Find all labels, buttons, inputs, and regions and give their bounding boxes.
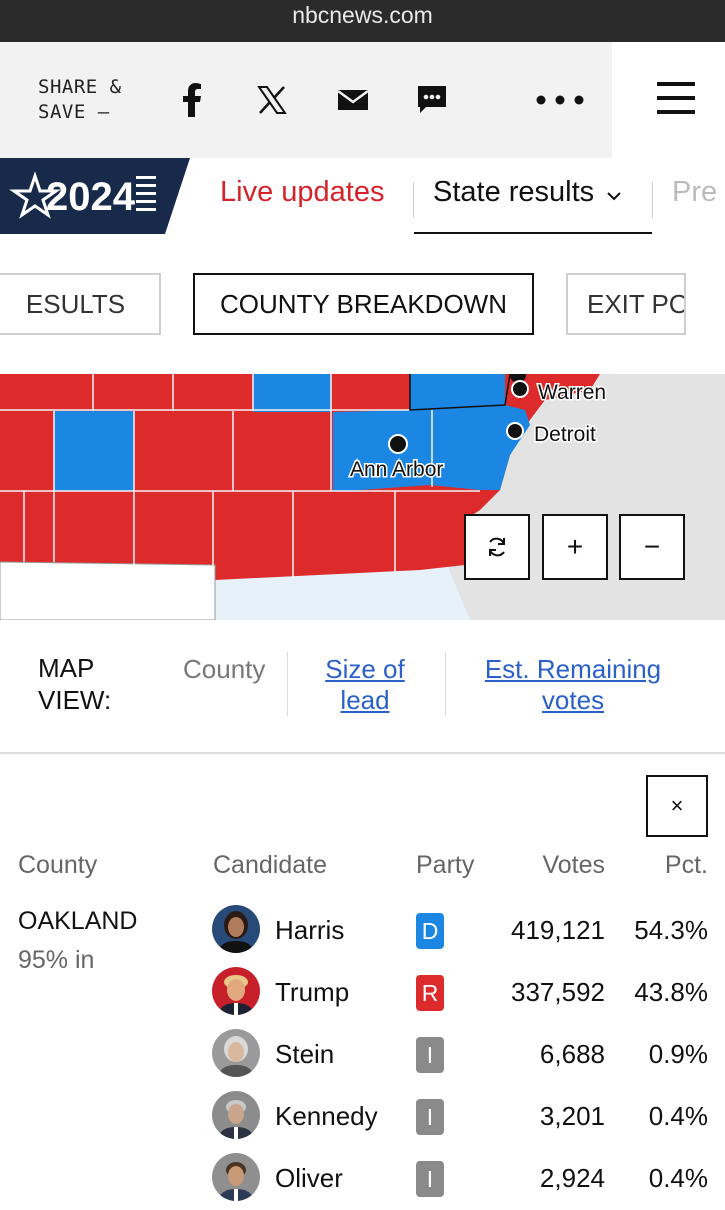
share-bar: SHARE & SAVE — (0, 42, 725, 158)
nav-state-label: State results (433, 176, 595, 208)
share-label-line1: SHARE & (38, 76, 122, 98)
tab-results[interactable]: ESULTS (0, 273, 161, 335)
logo-text: 2024 (46, 175, 136, 219)
map-view-divider (287, 652, 288, 716)
vote-count: 337,592 (511, 977, 605, 1007)
candidate-name: Harris (275, 915, 345, 945)
map-view-label-line2: VIEW: (38, 685, 112, 715)
table-row: Kennedy I 3,201 0.4% (0, 1086, 725, 1148)
address-bar[interactable]: nbcnews.com (0, 0, 725, 42)
dem-county (54, 411, 134, 491)
refresh-icon (489, 537, 505, 557)
chevron-down-icon (606, 177, 622, 210)
vote-count: 3,201 (539, 1101, 605, 1131)
tab-label: COUNTY BREAKDOWN (220, 288, 507, 319)
map-view-label-line1: MAP (38, 653, 95, 683)
nav-active-underline (414, 232, 652, 234)
tab-county-breakdown[interactable]: COUNTY BREAKDOWN (193, 273, 534, 335)
vote-percent: 0.4% (648, 1163, 708, 1193)
share-label-line2: SAVE — (38, 101, 110, 123)
nav-live-updates[interactable]: Live updates (220, 176, 384, 209)
plus-icon: + (566, 531, 584, 562)
table-row: Trump R 337,592 43.8% (0, 962, 725, 1024)
zoom-out-button[interactable]: − (619, 514, 685, 580)
more-options-icon[interactable] (535, 80, 585, 120)
party-badge: R (416, 975, 444, 1011)
tab-label: EXIT PO (587, 288, 686, 319)
map-view-size-of-lead-link[interactable]: Size of lead (310, 654, 420, 716)
vote-count: 419,121 (511, 915, 605, 945)
party-badge: I (416, 1037, 444, 1073)
party-badge: D (416, 913, 444, 949)
candidate-name: Trump (275, 977, 350, 1007)
map-view-county[interactable]: County (183, 654, 265, 685)
county-map[interactable]: Warren Detroit Ann Arbor (0, 374, 725, 620)
sms-icon[interactable] (412, 80, 452, 120)
candidate-name: Stein (275, 1039, 335, 1069)
city-label-detroit: Detroit (534, 423, 596, 446)
party-badge: I (416, 1161, 444, 1197)
header-county: County (18, 851, 98, 879)
vote-count: 2,924 (539, 1163, 605, 1193)
email-icon[interactable] (333, 80, 373, 120)
party-badge: I (416, 1099, 444, 1135)
link-line: Est. Remaining (484, 654, 662, 684)
close-button[interactable]: × (646, 775, 708, 837)
hamburger-menu-icon[interactable] (657, 82, 695, 124)
nav-state-results[interactable]: State results (433, 176, 622, 210)
table-row: Oliver I 2,924 0.4% (0, 1148, 725, 1210)
link-line: Size of (325, 654, 405, 684)
header-votes: Votes (542, 851, 605, 879)
x-icon[interactable] (252, 80, 292, 120)
vote-percent: 54.3% (634, 915, 708, 945)
vote-percent: 43.8% (634, 977, 708, 1007)
city-label-ann-arbor: Ann Arbor (350, 458, 443, 481)
vote-percent: 0.4% (648, 1101, 708, 1131)
vote-count: 6,688 (539, 1039, 605, 1069)
other-state (0, 561, 216, 620)
candidate-name: Oliver (275, 1163, 343, 1193)
close-icon: × (670, 793, 684, 818)
minus-icon: − (643, 531, 661, 562)
candidate-avatar (212, 1153, 260, 1201)
election-2024-logo[interactable]: 2024 (0, 158, 190, 234)
candidate-avatar (212, 1029, 260, 1077)
link-line: lead (340, 685, 390, 715)
url-text: nbcnews.com (292, 2, 433, 28)
table-row: Harris D 419,121 54.3% (0, 900, 725, 962)
header-candidate: Candidate (213, 851, 327, 879)
candidate-name: Kennedy (275, 1101, 378, 1131)
facebook-icon[interactable] (172, 80, 212, 120)
city-label-warren: Warren (538, 381, 606, 404)
map-view-label: MAP VIEW: (38, 652, 111, 716)
section-divider (0, 752, 725, 754)
dem-county (410, 374, 505, 410)
header-party: Party (416, 851, 475, 879)
nav-president[interactable]: Pre (672, 176, 717, 209)
tab-exit-polls[interactable]: EXIT PO (566, 273, 686, 335)
candidate-avatar (212, 967, 260, 1015)
election-nav-bar: 2024 Live updates State results Pre (0, 158, 725, 234)
tab-label: ESULTS (25, 288, 126, 319)
share-save-label[interactable]: SHARE & SAVE — (38, 75, 122, 125)
vote-percent: 0.9% (648, 1039, 708, 1069)
candidate-avatar (212, 905, 260, 953)
nav-divider (652, 182, 653, 218)
link-line: votes (541, 685, 605, 715)
header-pct: Pct. (664, 851, 708, 879)
table-row: Stein I 6,688 0.9% (0, 1024, 725, 1086)
map-view-divider (445, 652, 446, 716)
nav-divider (413, 182, 414, 218)
map-reset-button[interactable] (464, 514, 530, 580)
map-view-est-remaining-link[interactable]: Est. Remaining votes (470, 654, 676, 716)
dem-county (253, 374, 331, 412)
candidate-avatar (212, 1091, 260, 1139)
zoom-in-button[interactable]: + (542, 514, 608, 580)
